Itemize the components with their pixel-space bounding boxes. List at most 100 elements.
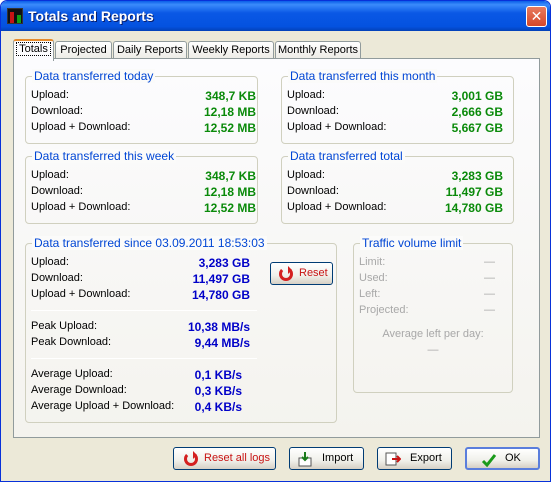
value: 2,666 GB (451, 105, 503, 119)
reset-label: Reset (299, 267, 328, 279)
group-total: Data transferred total Upload: 3,283 GB … (281, 149, 514, 224)
label: Download: (287, 185, 339, 197)
value: 12,52 MB (203, 201, 256, 215)
refresh-icon (183, 451, 199, 467)
label: Upload: (287, 169, 325, 181)
tab-daily-reports[interactable]: Daily Reports (113, 41, 187, 59)
row-used: Used: — (359, 272, 499, 288)
label: Upload + Download: (31, 201, 131, 213)
label: Download: (31, 105, 83, 117)
group-title: Traffic volume limit (360, 236, 464, 250)
avg-left-value: — (427, 344, 439, 356)
value: — (484, 288, 495, 300)
value: 9,44 MB/s (194, 336, 250, 350)
totals-reports-window: Totals and Reports ✕ Totals Projected Da… (0, 0, 551, 482)
label: Download: (31, 185, 83, 197)
export-button[interactable]: Export (377, 447, 452, 470)
row-avg-upload: Average Upload: 0,1 KB/s (31, 368, 256, 384)
reset-all-logs-button[interactable]: Reset all logs (173, 447, 276, 470)
group-today: Data transferred today Upload: 348,7 KB … (25, 69, 258, 144)
close-button[interactable]: ✕ (526, 6, 547, 27)
value: 14,780 GB (444, 201, 503, 215)
value: 12,18 MB (203, 185, 256, 199)
value: 3,283 GB (451, 169, 503, 183)
row-projected: Projected: — (359, 304, 499, 320)
label: Average Upload + Download: (31, 400, 175, 412)
row-download: Download: 2,666 GB (287, 105, 503, 121)
label: Average Upload: (31, 368, 113, 380)
row-download: Download: 11,497 GB (31, 272, 256, 288)
value: 11,497 GB (445, 185, 503, 199)
label: Average Download: (31, 384, 127, 396)
value: 0,4 KB/s (194, 400, 242, 414)
label: Peak Download: (31, 336, 112, 348)
row-upload: Upload: 3,001 GB (287, 89, 503, 105)
group-month: Data transferred this month Upload: 3,00… (281, 69, 514, 144)
app-icon (7, 8, 23, 24)
row-peak-download: Peak Download: 9,44 MB/s (31, 336, 256, 352)
value: — (484, 272, 495, 284)
row-left: Left: — (359, 288, 499, 304)
avg-left-label: Average left per day: (382, 328, 484, 340)
tab-projected[interactable]: Projected (55, 41, 112, 59)
value: 12,52 MB (203, 121, 256, 135)
separator (31, 310, 257, 311)
reset-button[interactable]: Reset (270, 262, 333, 285)
reset-all-logs-label: Reset all logs (204, 452, 271, 464)
label: Used: (359, 272, 388, 284)
label: Download: (287, 105, 339, 117)
label: Upload + Download: (31, 288, 131, 300)
row-download: Download: 12,18 MB (31, 105, 256, 121)
group-title: Data transferred this month (288, 69, 438, 83)
group-title: Data transferred today (32, 69, 156, 83)
refresh-icon (278, 266, 294, 282)
import-button[interactable]: Import (289, 447, 364, 470)
value: 5,667 GB (451, 121, 503, 135)
row-both: Upload + Download: 12,52 MB (31, 121, 256, 137)
value: — (484, 304, 495, 316)
checkmark-icon (481, 454, 497, 468)
ok-button[interactable]: OK (465, 447, 540, 470)
label: Left: (359, 288, 381, 300)
import-icon (298, 452, 312, 467)
label: Upload: (31, 89, 69, 101)
value: 11,497 GB (192, 272, 250, 286)
row-download: Download: 12,18 MB (31, 185, 256, 201)
row-upload: Upload: 3,283 GB (287, 169, 503, 185)
export-label: Export (410, 452, 442, 464)
row-limit: Limit: — (359, 256, 499, 272)
row-upload: Upload: 348,7 KB (31, 89, 256, 105)
export-icon (385, 452, 401, 466)
value: 3,283 GB (198, 256, 250, 270)
group-title: Data transferred this week (32, 149, 177, 163)
value: 348,7 KB (205, 89, 256, 103)
value: 3,001 GB (451, 89, 503, 103)
tab-totals[interactable]: Totals (13, 39, 54, 61)
label: Upload + Download: (287, 201, 387, 213)
label: Upload: (31, 256, 69, 268)
label: Limit: (359, 256, 386, 268)
row-both: Upload + Download: 14,780 GB (31, 288, 256, 304)
row-both: Upload + Download: 5,667 GB (287, 121, 503, 137)
row-avg-download: Average Download: 0,3 KB/s (31, 384, 256, 400)
value: 12,18 MB (203, 105, 256, 119)
row-upload: Upload: 348,7 KB (31, 169, 256, 185)
value: 10,38 MB/s (187, 320, 250, 334)
value: 14,780 GB (191, 288, 250, 302)
row-peak-upload: Peak Upload: 10,38 MB/s (31, 320, 256, 336)
row-both: Upload + Download: 12,52 MB (31, 201, 256, 217)
row-download: Download: 11,497 GB (287, 185, 503, 201)
separator (31, 358, 257, 359)
group-week: Data transferred this week Upload: 348,7… (25, 149, 258, 224)
title-bar[interactable]: Totals and Reports ✕ (1, 1, 550, 31)
label: Download: (31, 272, 83, 284)
label: Upload + Download: (287, 121, 387, 133)
row-upload: Upload: 3,283 GB (31, 256, 256, 272)
label: Upload + Download: (31, 121, 131, 133)
row-avg-both: Average Upload + Download: 0,4 KB/s (31, 400, 256, 416)
tab-weekly-reports[interactable]: Weekly Reports (188, 41, 274, 59)
label: Upload: (31, 169, 69, 181)
tab-monthly-reports[interactable]: Monthly Reports (275, 41, 361, 59)
ok-label: OK (505, 452, 521, 464)
import-label: Import (322, 452, 354, 464)
